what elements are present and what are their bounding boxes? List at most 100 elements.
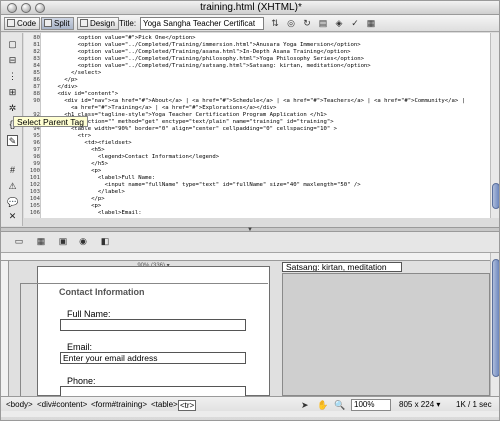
validate-markup-icon[interactable]: ✓: [349, 17, 361, 29]
email-input[interactable]: Enter your email address: [60, 352, 246, 364]
line-number: 104: [29, 196, 40, 202]
design-toolbar: ▭ ▦ ▣ ◉ ◧: [1, 232, 499, 253]
line-number: 103: [29, 189, 40, 195]
tooltip: Select Parent Tag: [13, 116, 88, 127]
visual-aids-icon[interactable]: ◈: [333, 17, 345, 29]
code-line[interactable]: <td><fieldset>: [44, 140, 490, 146]
code-line[interactable]: </label>: [44, 189, 490, 195]
code-line[interactable]: <tr>: [44, 133, 490, 139]
code-line[interactable]: <div id="content">: [44, 91, 490, 97]
horizontal-scrollbar[interactable]: [1, 411, 499, 417]
apply-comment-icon[interactable]: 💬: [7, 197, 18, 208]
zoom-tool-icon[interactable]: 🔍: [334, 400, 345, 411]
line-number: 81: [33, 42, 40, 48]
code-scrollbar[interactable]: [490, 33, 499, 218]
preview-browser-icon[interactable]: ◎: [285, 17, 297, 29]
line-number: 96: [33, 140, 40, 146]
select-tool-icon[interactable]: ➤: [301, 400, 309, 411]
line-number: 85: [33, 70, 40, 76]
check-page-icon[interactable]: ▦: [365, 17, 377, 29]
training-select[interactable]: Satsang: kirtan, meditation: [282, 262, 402, 272]
zoom-select[interactable]: 100%: [351, 399, 391, 411]
tag-selector-form-training[interactable]: <form#training>: [91, 400, 147, 409]
highlight-invalid-code-icon[interactable]: ⚠: [7, 181, 18, 192]
line-number: 83: [33, 56, 40, 62]
select-parent-tag-button[interactable]: ✎: [7, 135, 18, 146]
line-number: 102: [29, 182, 40, 188]
design-view-button[interactable]: Design: [77, 17, 119, 30]
code-line[interactable]: <option value="../Completed/Training/imm…: [44, 42, 490, 48]
code-line[interactable]: <h1 class="tagline-style">Yoga Teacher C…: [44, 112, 490, 118]
line-number: 98: [33, 154, 40, 160]
line-number: 101: [29, 175, 40, 181]
document-toolbar: Code Split Design Title: Yoga Sangha Tea…: [1, 15, 499, 32]
code-line[interactable]: <option value="#">Pick One</option>: [44, 35, 490, 41]
code-line[interactable]: <label>Email:: [44, 210, 490, 216]
code-line[interactable]: <form action="" method="get" enctype="te…: [44, 119, 490, 125]
design-view-icon: [80, 19, 88, 27]
window-size-select[interactable]: 805 x 224 ▾: [399, 400, 440, 409]
design-view[interactable]: 90% (336) ▾ Satsang: kirtan, meditation …: [1, 253, 490, 396]
code-line[interactable]: </h5>: [44, 161, 490, 167]
code-view-icon: [7, 19, 15, 27]
code-line[interactable]: </p>: [44, 196, 490, 202]
document-window: training.html (XHTML)* Code Split Design…: [0, 0, 500, 421]
refresh-icon[interactable]: ↻: [301, 17, 313, 29]
code-scrollbar-thumb[interactable]: [492, 183, 499, 209]
line-number: 99: [33, 161, 40, 167]
tag-selector-body[interactable]: <body>: [6, 400, 33, 409]
code-view[interactable]: 8081828384858687889092939495969798991001…: [24, 33, 490, 218]
full-name-input[interactable]: [60, 319, 246, 331]
collapse-tag-icon[interactable]: ⊟: [7, 55, 18, 66]
code-view-button[interactable]: Code: [4, 17, 41, 30]
code-line[interactable]: <p>: [44, 203, 490, 209]
code-line[interactable]: </p>: [44, 77, 490, 83]
email-label: Email:: [67, 342, 93, 352]
tag-selector-tr[interactable]: <tr>: [178, 400, 197, 411]
open-documents-icon[interactable]: ▢: [7, 39, 18, 50]
code-line[interactable]: <option value="../Completed/Training/phi…: [44, 56, 490, 62]
window-title: training.html (XHTML)*: [200, 2, 302, 13]
vertical-ruler: [1, 261, 9, 396]
insert-image-icon[interactable]: ▣: [57, 236, 69, 247]
code-line[interactable]: <p>: [44, 168, 490, 174]
code-line[interactable]: <option value="../Completed/Training/sat…: [44, 63, 490, 69]
file-management-icon[interactable]: ⇅: [269, 17, 281, 29]
split-view-icon: [44, 19, 52, 27]
insert-table-icon[interactable]: ▦: [35, 236, 47, 247]
remove-comment-icon[interactable]: ✕: [7, 211, 18, 222]
insert-form-icon[interactable]: ◧: [99, 236, 111, 247]
insert-media-icon[interactable]: ◉: [77, 236, 89, 247]
code-line[interactable]: <input name="fullName" type="text" id="f…: [44, 182, 490, 188]
code-line[interactable]: <legend>Contact Information</legend>: [44, 154, 490, 160]
line-number: 82: [33, 49, 40, 55]
phone-input[interactable]: [60, 386, 246, 396]
code-line[interactable]: <div id="nav"><a href="#">About</a> | <a…: [44, 98, 490, 104]
split-view-button[interactable]: Split: [41, 17, 74, 30]
line-numbers-icon[interactable]: #: [7, 165, 18, 176]
contact-fieldset: [20, 283, 268, 396]
phone-label: Phone:: [67, 376, 96, 386]
select-parent-tag-icon[interactable]: ✲: [7, 103, 18, 114]
tag-selector-div-content[interactable]: <div#content>: [37, 400, 87, 409]
design-scrollbar[interactable]: [490, 253, 499, 396]
view-options-icon[interactable]: ▤: [317, 17, 329, 29]
document-title-input[interactable]: Yoga Sangha Teacher Certificat: [140, 17, 264, 30]
line-number: 105: [29, 203, 40, 209]
line-number: 80: [33, 35, 40, 41]
code-line[interactable]: <label>Full Name:: [44, 175, 490, 181]
insert-div-icon[interactable]: ▭: [13, 236, 25, 247]
code-line[interactable]: <table width="90%" border="0" align="cen…: [44, 126, 490, 132]
code-line[interactable]: </div>: [44, 84, 490, 90]
hand-tool-icon[interactable]: ✋: [317, 400, 328, 411]
tag-selector-table[interactable]: <table>: [151, 400, 178, 409]
code-line[interactable]: <option value="../Completed/Training/asa…: [44, 49, 490, 55]
line-number: 97: [33, 147, 40, 153]
code-line[interactable]: <h5>: [44, 147, 490, 153]
title-label: Title:: [119, 19, 137, 28]
design-scrollbar-thumb[interactable]: [492, 259, 499, 377]
code-line[interactable]: <a href="#">Training</a> | <a href="#">E…: [44, 105, 490, 111]
expand-all-icon[interactable]: ⊞: [7, 87, 18, 98]
collapse-selection-icon[interactable]: ⋮: [7, 71, 18, 82]
code-line[interactable]: </select>: [44, 70, 490, 76]
